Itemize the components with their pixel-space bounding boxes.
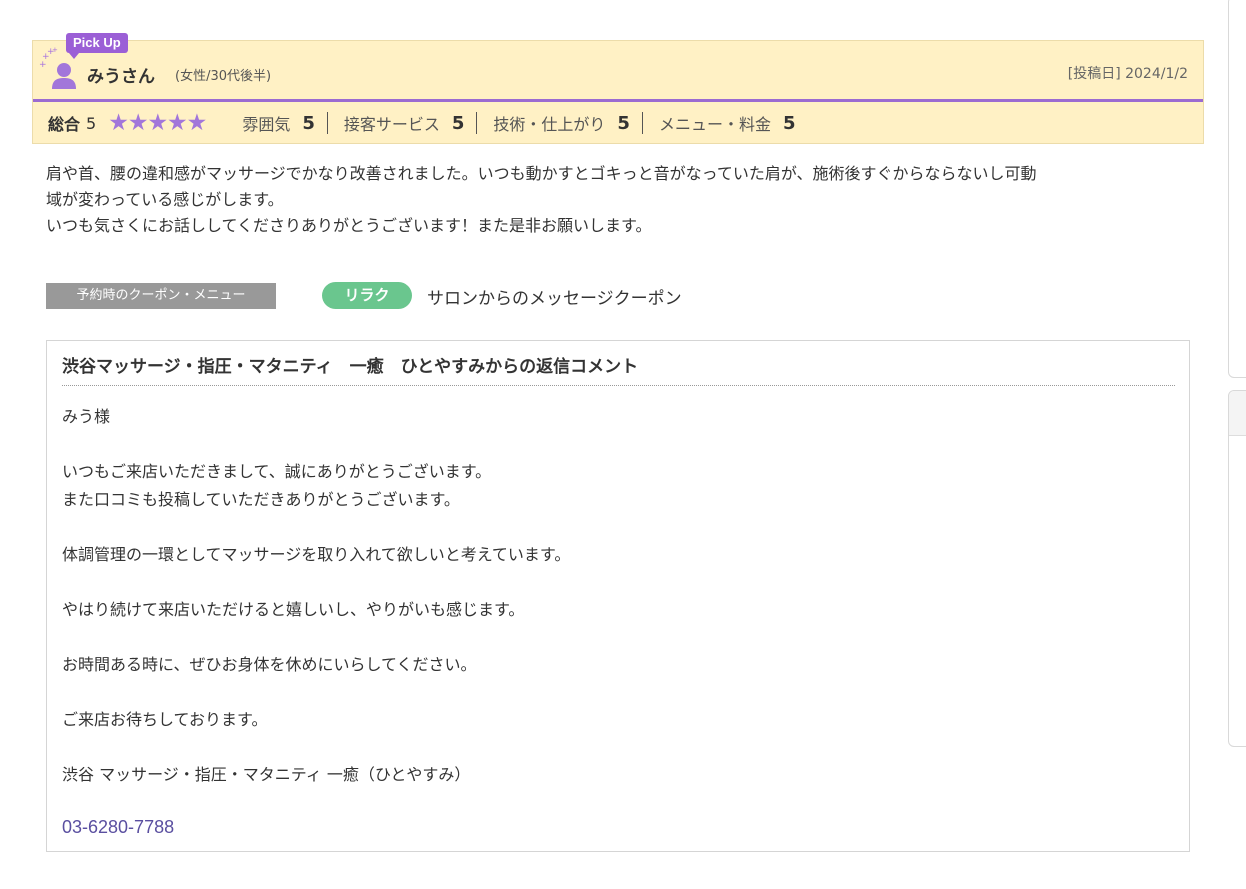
rating-value-service: 5 (451, 112, 465, 134)
salon-reply-box: 渋谷マッサージ・指圧・マタニティ 一癒 ひとやすみからの返信コメント みう様 い… (46, 340, 1190, 852)
rating-value-atmosphere: 5 (302, 112, 315, 134)
rating-separator (641, 112, 643, 134)
reply-paragraph: やはり続けて来店いただけると嬉しいし、やりがいも感じます。 (62, 600, 525, 619)
reply-divider (62, 385, 1175, 386)
pickup-badge-tail (69, 53, 79, 59)
reply-paragraph: 渋谷 マッサージ・指圧・マタニティ 一癒（ひとやすみ） (62, 765, 471, 784)
svg-text:+: + (52, 47, 58, 54)
rating-separator (476, 112, 478, 134)
phone-link[interactable]: 03-6280-7788 (62, 817, 174, 838)
relax-category-badge: リラク (322, 282, 412, 309)
overall-label: 総合 (48, 115, 81, 134)
reply-paragraph: 体調管理の一環としてマッサージを取り入れて欲しいと考えています。 (62, 545, 571, 564)
coupon-menu-label: 予約時のクーポン・メニュー (46, 283, 276, 309)
reviewer-name: みうさん (87, 67, 155, 87)
rating-label-service: 接客サービス (343, 115, 440, 134)
review-header: + + + + Pick Up みうさん (女性/30代後半) [投稿日] 20… (32, 33, 1204, 145)
pickup-badge: Pick Up (66, 33, 128, 53)
coupon-name: サロンからのメッセージクーポン (427, 289, 682, 309)
rating-value-menu-price: 5 (782, 112, 796, 134)
star-rating-icons: ★★★★★ (108, 110, 207, 136)
reviewer-meta: (女性/30代後半) (175, 69, 272, 84)
review-body-paragraph: 肩や首、腰の違和感がマッサージでかなり改善されました。いつも動かすとゴキっと音が… (46, 164, 1037, 209)
user-avatar-icon (51, 61, 77, 91)
rating-label-menu-price: メニュー・料金 (658, 115, 771, 134)
overall-value: 5 (86, 113, 97, 133)
sidebar-panel-header (1229, 391, 1246, 436)
review-header-top: + + + + Pick Up みうさん (女性/30代後半) [投稿日] 20… (33, 33, 1203, 99)
ratings-bar: 総合 5 ★★★★★ 雰囲気 5 接客サービス 5 技術・仕上がり 5 メニュー… (33, 102, 1203, 145)
reply-paragraph: いつもご来店いただきまして、誠にありがとうございます。 また口コミも投稿していた… (62, 462, 492, 509)
svg-text:+: + (39, 60, 47, 69)
rating-label-technique: 技術・仕上がり (493, 115, 606, 134)
ratings-row: 総合 5 ★★★★★ 雰囲気 5 接客サービス 5 技術・仕上がり 5 メニュー… (48, 111, 806, 135)
reply-title: 渋谷マッサージ・指圧・マタニティ 一癒 ひとやすみからの返信コメント (62, 357, 639, 377)
reply-paragraph: お時間ある時に、ぜひお身体を休めにいらしてください。 (62, 655, 477, 674)
review-body: 肩や首、腰の違和感がマッサージでかなり改善されました。いつも動かすとゴキっと音が… (46, 161, 1196, 239)
post-date: [投稿日] 2024/1/2 (1067, 66, 1188, 82)
rating-value-technique: 5 (617, 112, 630, 134)
rating-separator (326, 112, 328, 134)
reply-text: みう様 いつもご来店いただきまして、誠にありがとうございます。 また口コミも投稿… (62, 403, 1172, 816)
reply-paragraph: ご来店お待ちしております。 (62, 710, 268, 729)
review-body-paragraph: いつも気さくにお話ししてくださりありがとうございます！また是非お願いします。 (46, 216, 652, 235)
page: + + + + Pick Up みうさん (女性/30代後半) [投稿日] 20… (0, 0, 1246, 889)
sidebar-panel (1228, 0, 1246, 378)
rating-label-atmosphere: 雰囲気 (242, 115, 291, 134)
reply-paragraph: みう様 (62, 407, 111, 426)
sidebar-panel-lower (1228, 390, 1246, 747)
